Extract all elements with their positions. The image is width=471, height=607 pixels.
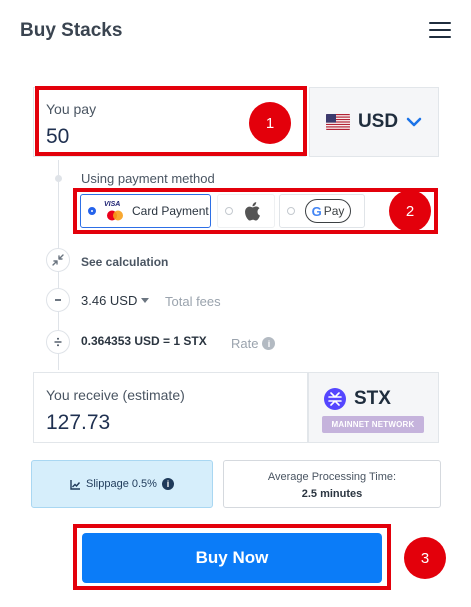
pay-amount-input[interactable]: 50 (46, 125, 69, 149)
annotation-badge-2: 2 (389, 190, 431, 232)
buy-now-button[interactable]: Buy Now (82, 533, 382, 583)
receive-amount-value: 127.73 (46, 411, 111, 434)
processing-time-value: 2.5 minutes (301, 488, 363, 500)
annotation-badge-1: 1 (249, 102, 291, 144)
radio-unselected-icon (287, 207, 295, 215)
payment-option-google-pay[interactable]: G Pay (279, 194, 365, 228)
payment-method-label: Using payment method (81, 171, 215, 186)
payment-option-apple-pay[interactable] (217, 194, 275, 228)
timeline-dot (55, 175, 62, 182)
info-icon[interactable]: i (262, 337, 276, 350)
see-calculation-link[interactable]: See calculation (81, 255, 168, 269)
slippage-label: Slippage 0.5% (86, 478, 157, 490)
total-fees-label: Total fees (165, 294, 221, 309)
network-badge: MAINNET NETWORK (322, 416, 424, 433)
payment-option-card[interactable]: VISA Card Payment (80, 194, 211, 228)
processing-time-label: Average Processing Time: (267, 471, 397, 483)
pay-label: You pay (46, 101, 97, 117)
divide-icon (46, 330, 70, 354)
annotation-badge-3: 3 (404, 537, 446, 579)
rate-label-group: Rate i (231, 336, 276, 351)
caret-down-icon (141, 298, 150, 303)
token-code: STX (354, 388, 391, 409)
chart-icon (70, 479, 81, 490)
slippage-card[interactable]: Slippage 0.5% i (31, 460, 213, 508)
apple-icon (245, 202, 260, 221)
visa-mastercard-icon: VISA (104, 200, 126, 222)
radio-unselected-icon (225, 207, 233, 215)
total-fees-value: 3.46 USD (81, 293, 138, 308)
minus-icon (46, 288, 70, 312)
chevron-down-icon (406, 117, 422, 127)
processing-time-card: Average Processing Time: 2.5 minutes (223, 460, 441, 508)
page-title: Buy Stacks (20, 20, 123, 41)
info-icon[interactable]: i (161, 478, 174, 490)
us-flag-icon (325, 114, 350, 130)
payment-method-options: VISA Card Payment G Pay (80, 194, 435, 230)
hamburger-menu-icon[interactable] (429, 22, 451, 40)
google-pay-icon: G Pay (305, 199, 351, 223)
token-selector[interactable]: STX MAINNET NETWORK (308, 372, 439, 443)
receive-label: You receive (estimate) (46, 387, 185, 403)
exchange-rate-value: 0.364353 USD = 1 STX (81, 334, 207, 348)
rate-label: Rate (231, 336, 259, 351)
card-payment-label: Card Payment (132, 204, 209, 218)
currency-code: USD (357, 111, 399, 132)
currency-selector[interactable]: USD (309, 87, 439, 157)
total-fees-dropdown[interactable]: 3.46 USD (81, 293, 150, 308)
stacks-logo-icon (324, 388, 346, 410)
collapse-arrows-icon[interactable] (46, 248, 70, 272)
radio-selected-icon (88, 207, 96, 215)
receive-amount-field: You receive (estimate) 127.73 (33, 372, 308, 443)
